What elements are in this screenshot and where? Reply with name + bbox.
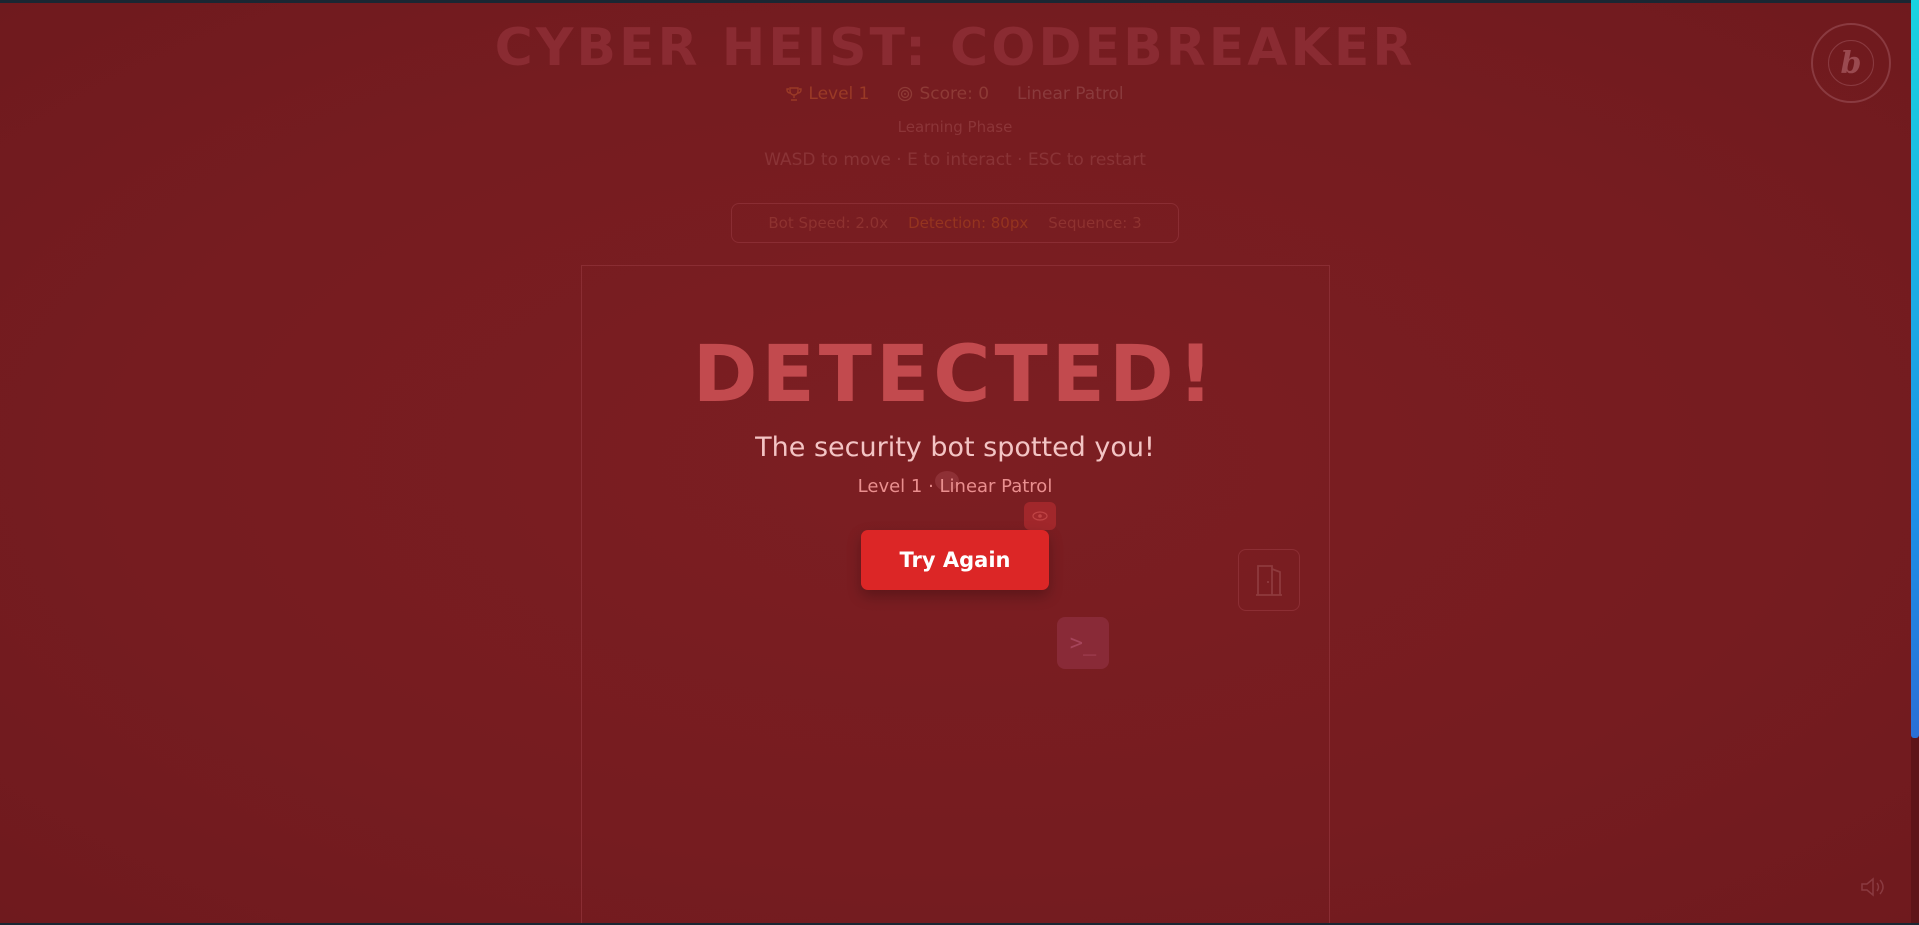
detected-message: The security bot spotted you! — [755, 432, 1155, 463]
target-icon — [898, 86, 913, 102]
stats-row: Level 1 Score: 0 Linear Patrol — [0, 84, 1910, 104]
score-stat: Score: 0 — [897, 84, 989, 104]
scrollbar-thumb[interactable] — [1911, 0, 1919, 738]
eye-icon — [1032, 511, 1048, 521]
security-bot — [1024, 502, 1056, 530]
exit-door[interactable] — [1238, 549, 1300, 611]
config-panel: Bot Speed: 2.0x Detection: 80px Sequence… — [731, 203, 1179, 243]
game-page: CYBER HEIST: CODEBREAKER Level 1 Score: … — [0, 0, 1919, 925]
level-stat: Level 1 — [786, 84, 869, 104]
b-logo-icon[interactable]: b — [1811, 23, 1891, 103]
game-title: CYBER HEIST: CODEBREAKER — [494, 18, 1416, 78]
terminal-icon: >_ — [1069, 630, 1097, 656]
level-label: Level 1 — [808, 84, 870, 104]
mode-stat: Linear Patrol — [1017, 84, 1124, 104]
score-label: Score: 0 — [919, 84, 990, 104]
controls-hint: WASD to move · E to interact · ESC to re… — [764, 150, 1146, 170]
level-info: Level 1 · Linear Patrol — [857, 476, 1053, 497]
detection-label: Detection: 80px — [908, 214, 1029, 232]
badge-letter: b — [1828, 40, 1874, 86]
scrollbar[interactable] — [1911, 0, 1919, 925]
phase-label: Learning Phase — [897, 118, 1013, 136]
mode-label: Linear Patrol — [1017, 84, 1124, 104]
trophy-icon — [786, 87, 803, 101]
top-border — [0, 0, 1919, 3]
detected-headline: DETECTED! — [692, 330, 1218, 420]
try-again-button[interactable]: Try Again — [861, 530, 1049, 590]
door-icon — [1256, 565, 1282, 596]
sequence-label: Sequence: 3 — [1048, 214, 1142, 232]
bot-speed-label: Bot Speed: 2.0x — [768, 214, 889, 232]
speaker-icon[interactable] — [1859, 876, 1887, 898]
terminal-tile[interactable]: >_ — [1057, 617, 1109, 669]
